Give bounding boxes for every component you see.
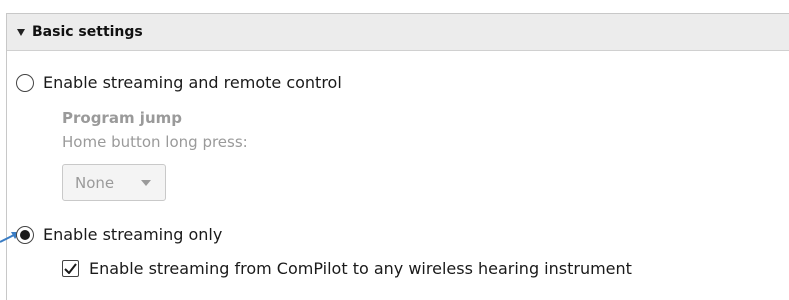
checkmark-icon [64, 263, 77, 274]
checkbox-compilot-streaming[interactable]: Enable streaming from ComPilot to any wi… [62, 259, 632, 278]
radio-streaming-only[interactable]: Enable streaming only [16, 225, 222, 244]
chevron-down-icon [141, 180, 151, 186]
checkbox-label: Enable streaming from ComPilot to any wi… [89, 259, 632, 278]
radio-label: Enable streaming and remote control [43, 73, 342, 92]
checkbox[interactable] [62, 260, 79, 277]
radio-button-selected[interactable] [16, 225, 34, 244]
triangle-down-icon [17, 29, 25, 36]
basic-settings-header[interactable]: Basic settings [7, 14, 789, 51]
panel-title: Basic settings [32, 24, 143, 40]
basic-settings-panel: Basic settings [6, 13, 789, 300]
home-button-label: Home button long press: [62, 133, 248, 151]
select-value: None [75, 173, 115, 192]
radio-button-unselected[interactable] [16, 73, 34, 92]
radio-label: Enable streaming only [43, 225, 223, 244]
radio-streaming-remote-control[interactable]: Enable streaming and remote control [16, 73, 342, 92]
program-jump-heading: Program jump [62, 109, 182, 127]
radio-dot-icon [20, 229, 30, 240]
home-button-select[interactable]: None [62, 164, 166, 201]
